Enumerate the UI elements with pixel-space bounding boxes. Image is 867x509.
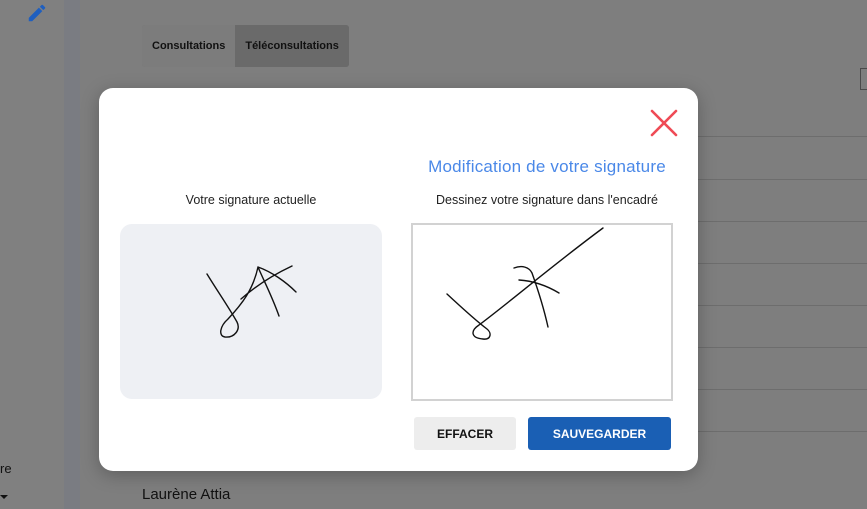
table-row-divider xyxy=(697,136,867,137)
patient-name[interactable]: Laurène Attia xyxy=(142,486,230,503)
modal-title: Modification de votre signature xyxy=(428,157,666,176)
table-row-divider xyxy=(697,347,867,348)
tab-consultations[interactable]: Consultations xyxy=(142,25,236,67)
sidebar: re xyxy=(0,0,64,509)
tab-bar: Consultations Téléconsultations xyxy=(142,25,349,67)
table-row-divider xyxy=(697,179,867,180)
clear-button[interactable]: EFFACER xyxy=(414,417,516,450)
close-icon[interactable] xyxy=(649,108,679,138)
pencil-icon[interactable] xyxy=(26,2,48,24)
current-signature-label: Votre signature actuelle xyxy=(185,193,317,207)
tab-teleconsultations[interactable]: Téléconsultations xyxy=(235,25,349,67)
save-button[interactable]: SAUVEGARDER xyxy=(528,417,671,450)
sidebar-partial-label: re xyxy=(0,461,12,476)
caret-down-icon[interactable] xyxy=(0,495,8,499)
sidebar-divider xyxy=(64,0,80,509)
draw-signature-label: Dessinez votre signature dans l'encadré xyxy=(436,193,658,207)
table-row-divider xyxy=(697,305,867,306)
signature-drawing-canvas[interactable] xyxy=(411,223,673,401)
background-control[interactable] xyxy=(860,68,867,90)
table-row-divider xyxy=(697,221,867,222)
table-row-divider xyxy=(697,431,867,432)
table-row-divider xyxy=(697,389,867,390)
table-row-divider xyxy=(697,263,867,264)
drawn-signature-image xyxy=(446,227,604,340)
current-signature-display xyxy=(120,224,382,399)
signature-modal: Modification de votre signature Votre si… xyxy=(99,88,698,471)
current-signature-image xyxy=(206,265,297,338)
